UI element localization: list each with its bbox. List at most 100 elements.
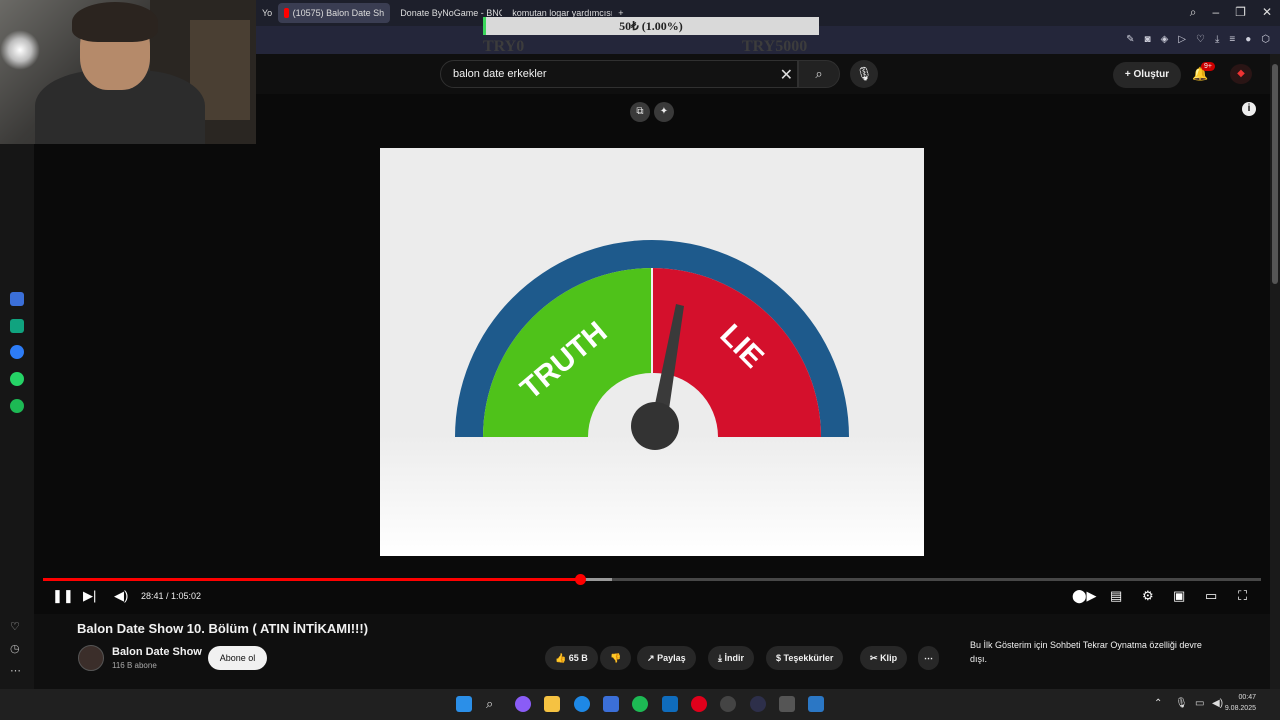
more-icon: ⋯ bbox=[924, 653, 933, 663]
store-icon[interactable] bbox=[603, 696, 619, 712]
spotify-icon[interactable] bbox=[10, 399, 24, 413]
heart-icon[interactable]: ♡ bbox=[10, 620, 20, 633]
copilot-icon[interactable] bbox=[515, 696, 531, 712]
search-icon: ⌕ bbox=[815, 66, 823, 81]
theater-mode-icon[interactable]: ▭ bbox=[1205, 588, 1217, 604]
sparkle-icon[interactable]: ✦ bbox=[654, 102, 674, 122]
extension-icon[interactable]: ⬡ bbox=[1261, 34, 1270, 45]
volume-icon[interactable]: ◀) bbox=[1212, 698, 1223, 709]
download-icon: ⤓ bbox=[718, 653, 722, 663]
edit-icon[interactable]: ✎ bbox=[1126, 34, 1134, 45]
volume-icon[interactable]: ◀) bbox=[114, 588, 128, 604]
app-icon[interactable] bbox=[10, 292, 24, 306]
thanks-button[interactable]: $ Teşekkürler bbox=[766, 646, 844, 670]
donation-max-label: TRY5000 bbox=[742, 38, 808, 55]
browser-tab-active[interactable]: (10575) Balon Date Sh bbox=[278, 3, 391, 23]
clip-button[interactable]: ✂ Klip bbox=[860, 646, 908, 670]
create-label: Oluştur bbox=[1133, 69, 1170, 80]
subscribe-button[interactable]: Abone ol bbox=[208, 646, 267, 670]
clock-time: 00:47 bbox=[1238, 694, 1256, 701]
edge-icon[interactable] bbox=[574, 696, 590, 712]
app-icon[interactable] bbox=[808, 696, 824, 712]
dislike-button[interactable]: 👎 bbox=[600, 646, 632, 670]
tab-label: (10575) Balon Date Sh bbox=[292, 8, 385, 18]
download-label: İndir bbox=[724, 653, 745, 663]
chevron-up-icon[interactable]: ⌃ bbox=[1154, 698, 1162, 709]
settings-icon[interactable]: ⚙ bbox=[1142, 588, 1154, 604]
thumbs-up-icon: 👍 bbox=[555, 653, 567, 663]
subtitles-icon[interactable]: ▤ bbox=[1110, 588, 1122, 604]
video-frame: TRUTH LIE bbox=[380, 148, 924, 556]
page-scrollbar[interactable] bbox=[1270, 54, 1280, 689]
live-chat-replay-note: Bu İlk Gösterim için Sohbeti Tekrar Oyna… bbox=[970, 640, 1202, 664]
youtube-icon bbox=[284, 8, 289, 18]
profile-icon[interactable]: ● bbox=[1245, 34, 1251, 45]
opera-icon[interactable] bbox=[691, 696, 707, 712]
video-title: Balon Date Show 10. Bölüm ( ATIN İNTİKAM… bbox=[77, 621, 369, 636]
history-icon[interactable]: ◷ bbox=[10, 642, 20, 655]
like-count: 65 B bbox=[568, 653, 588, 663]
donation-goal-bar: 50₺ (1.00%) bbox=[483, 17, 819, 35]
search-icon[interactable]: ⌕ bbox=[486, 696, 502, 712]
chatgpt-icon[interactable] bbox=[10, 319, 24, 333]
channel-name[interactable]: Balon Date Show bbox=[112, 646, 202, 658]
browser-sidebar: ♡ ◷ ⋯ bbox=[0, 144, 34, 689]
fullscreen-icon[interactable]: ⛶ bbox=[1238, 588, 1247, 604]
autoplay-toggle[interactable]: ⬤▶ bbox=[1072, 588, 1097, 604]
pause-icon[interactable]: ❚❚ bbox=[52, 588, 74, 604]
like-button[interactable]: 👍 65 B bbox=[545, 646, 598, 670]
thumbs-down-icon: 👎 bbox=[610, 653, 622, 663]
browser-tab[interactable]: Yo bbox=[256, 3, 278, 23]
windows-taskbar: ⌕ ⌃ 🎙 ▭ ◀) 00:47 9.08.2025 bbox=[0, 689, 1280, 720]
settings-icon[interactable] bbox=[779, 696, 795, 712]
start-icon[interactable] bbox=[456, 696, 472, 712]
microphone-icon: 🎙 bbox=[855, 66, 873, 81]
camera-icon[interactable]: ◙ bbox=[1145, 34, 1151, 45]
vivaldi-icon[interactable] bbox=[750, 696, 766, 712]
seek-bar[interactable] bbox=[43, 574, 1261, 585]
subscriber-count: 116 B abone bbox=[112, 661, 157, 670]
channel-avatar[interactable] bbox=[78, 645, 104, 671]
menu-icon[interactable]: ≡ bbox=[1229, 34, 1235, 45]
clear-search-icon[interactable]: ✕ bbox=[780, 65, 793, 85]
played-bar bbox=[43, 578, 581, 581]
heart-icon[interactable]: ♡ bbox=[1196, 34, 1205, 45]
play-icon[interactable]: ▷ bbox=[1178, 34, 1186, 45]
truth-lie-meter: TRUTH LIE bbox=[455, 240, 849, 450]
next-icon[interactable]: ▶| bbox=[83, 588, 96, 604]
create-button[interactable]: + Oluştur bbox=[1113, 62, 1181, 88]
obs-icon[interactable] bbox=[720, 696, 736, 712]
system-clock[interactable]: 00:47 9.08.2025 bbox=[1225, 692, 1256, 714]
download-button[interactable]: ⤓ İndir bbox=[708, 646, 754, 670]
thanks-icon: $ bbox=[776, 653, 782, 663]
extension-icons: ✎ ◙ ◈ ▷ ♡ ⤓ ≡ ● ⬡ bbox=[1126, 34, 1270, 45]
voice-search-button[interactable]: 🎙 bbox=[850, 60, 878, 88]
search-icon[interactable]: ⌕ bbox=[1190, 5, 1197, 20]
notification-badge: 9+ bbox=[1201, 62, 1215, 71]
file-explorer-icon[interactable] bbox=[544, 696, 560, 712]
clip-label: Klip bbox=[880, 653, 898, 663]
share-label: Paylaş bbox=[657, 653, 686, 663]
microphone-icon[interactable]: 🎙 bbox=[1175, 698, 1188, 709]
outlook-icon[interactable] bbox=[662, 696, 678, 712]
miniplayer-icon[interactable]: ▣ bbox=[1173, 588, 1185, 604]
restore-icon[interactable]: ❐ bbox=[1235, 5, 1246, 20]
messenger-icon[interactable] bbox=[10, 345, 24, 359]
network-icon[interactable]: ▭ bbox=[1195, 698, 1204, 709]
search-input[interactable]: balon date erkekler ✕ bbox=[440, 60, 798, 88]
share-button[interactable]: ↗ Paylaş bbox=[637, 646, 696, 670]
whatsapp-icon[interactable] bbox=[10, 372, 24, 386]
more-actions-button[interactable]: ⋯ bbox=[918, 646, 939, 670]
search-query-text: balon date erkekler bbox=[453, 68, 547, 80]
more-icon[interactable]: ⋯ bbox=[10, 664, 21, 677]
close-icon[interactable]: ✕ bbox=[1262, 5, 1272, 20]
miniplayer-icon[interactable]: ⧉ bbox=[630, 102, 650, 122]
download-icon[interactable]: ⤓ bbox=[1215, 34, 1219, 45]
shield-icon[interactable]: ◈ bbox=[1161, 34, 1169, 45]
scrollbar-thumb[interactable] bbox=[1272, 64, 1278, 284]
minimize-icon[interactable]: – bbox=[1212, 5, 1219, 20]
search-button[interactable]: ⌕ bbox=[798, 60, 840, 88]
account-avatar[interactable]: ◆ bbox=[1230, 64, 1252, 84]
spotify-icon[interactable] bbox=[632, 696, 648, 712]
info-icon[interactable]: i bbox=[1242, 102, 1256, 116]
